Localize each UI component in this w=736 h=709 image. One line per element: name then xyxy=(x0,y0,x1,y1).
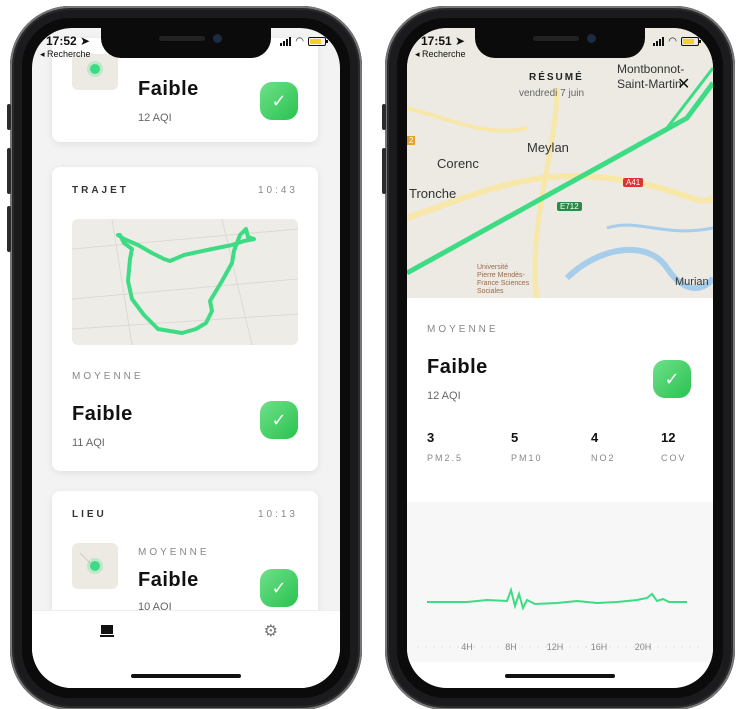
left-screen: 17:52 ➤ ◂ Recherche ◠ Faible 12 AQI ✓ TR… xyxy=(32,28,340,688)
x-tick-label: 20H xyxy=(635,642,652,652)
road-2: 2 xyxy=(407,136,416,145)
status-icons: ◠ xyxy=(280,36,328,47)
x-tick-label: 16H xyxy=(591,642,608,652)
aqi-chart: 4H 8H 12H 16H 20H xyxy=(417,586,703,652)
right-screen: 17:51 ➤ ◂ Recherche ◠ RÉSUMÉ vendredi 7 … xyxy=(407,28,713,688)
place-avg-label: MOYENNE xyxy=(138,547,210,558)
home-indicator xyxy=(131,674,241,678)
trip-level: Faible xyxy=(72,403,133,425)
detail-aqi: 12 AQI xyxy=(427,390,461,402)
trip-route xyxy=(116,227,256,335)
battery-icon xyxy=(681,37,701,46)
gear-icon[interactable]: ⚙ xyxy=(264,621,278,641)
location-dot-icon xyxy=(90,64,100,74)
stage: 17:52 ➤ ◂ Recherche ◠ Faible 12 AQI ✓ TR… xyxy=(0,0,736,709)
road-a41: A41 xyxy=(623,178,644,187)
right-phone: 17:51 ➤ ◂ Recherche ◠ RÉSUMÉ vendredi 7 … xyxy=(382,6,735,709)
trip-avg-label: MOYENNE xyxy=(72,371,144,382)
home-indicator xyxy=(505,674,615,678)
place-tronche: Tronche xyxy=(409,186,457,201)
back-link[interactable]: ◂ Recherche xyxy=(415,49,466,60)
chart-panel: 4H 8H 12H 16H 20H xyxy=(407,502,713,662)
metric-pm25: 3 PM2.5 xyxy=(427,430,464,463)
trip-time: 10:43 xyxy=(257,185,298,196)
back-link[interactable]: ◂ Recherche xyxy=(40,49,91,60)
place-level: Faible xyxy=(138,569,199,591)
trip-title: TRAJET xyxy=(72,185,129,196)
wifi-icon: ◠ xyxy=(668,36,677,47)
tab-bar: ⚙ xyxy=(32,610,340,688)
trip-aqi: 11 AQI xyxy=(72,437,105,449)
battery-icon xyxy=(308,37,328,46)
metric-cov: 12 COV xyxy=(661,430,687,463)
place-thumb xyxy=(72,543,118,589)
wifi-icon: ◠ xyxy=(295,36,304,47)
summary-date: vendredi 7 juin xyxy=(519,88,585,99)
aqi-text: 12 AQI xyxy=(138,112,172,124)
metric-pm10: 5 PM10 xyxy=(511,430,543,463)
summary-label: RÉSUMÉ xyxy=(529,72,584,83)
x-tick-label: 4H xyxy=(461,642,473,652)
place-saint-martin: Saint-Martin xyxy=(617,77,682,91)
detail-avg-label: MOYENNE xyxy=(427,324,499,335)
signal-icon xyxy=(280,37,292,46)
university-label: Université Pierre Mendès- France Science… xyxy=(477,264,530,295)
left-phone: 17:52 ➤ ◂ Recherche ◠ Faible 12 AQI ✓ TR… xyxy=(7,6,362,709)
level-text: Faible xyxy=(138,78,199,100)
road-e712: E712 xyxy=(557,202,582,211)
status-time: 17:51 ➤ xyxy=(421,34,466,48)
detail-panel: MOYENNE Faible 12 AQI ✓ 3 PM2.5 5 PM10 4 xyxy=(407,298,713,502)
detail-level: Faible xyxy=(427,356,488,378)
x-tick-label: 8H xyxy=(505,642,517,652)
place-meylan: Meylan xyxy=(527,140,569,155)
chart-line xyxy=(427,586,687,611)
check-icon: ✓ xyxy=(260,401,298,439)
place-murian: Murian xyxy=(675,276,709,288)
place-montbonnot: Montbonnot- xyxy=(617,62,685,76)
check-icon: ✓ xyxy=(260,569,298,607)
location-dot-icon xyxy=(90,561,100,571)
status-time: 17:52 ➤ xyxy=(46,34,91,48)
check-icon: ✓ xyxy=(260,82,298,120)
place-time: 10:13 xyxy=(257,509,298,520)
check-icon: ✓ xyxy=(653,360,691,398)
laptop-icon[interactable] xyxy=(100,625,114,639)
signal-icon xyxy=(653,37,665,46)
x-tick-label: 12H xyxy=(547,642,564,652)
place-title: LIEU xyxy=(72,509,107,520)
place-corenc: Corenc xyxy=(437,156,479,171)
status-icons: ◠ xyxy=(653,36,701,47)
trip-card[interactable]: TRAJET 10:43 MOYENNE Faible 11 AQI ✓ xyxy=(52,167,318,471)
trip-map xyxy=(72,219,298,345)
metric-no2: 4 NO2 xyxy=(591,430,616,463)
metrics-row: 3 PM2.5 5 PM10 4 NO2 12 COV xyxy=(427,430,697,470)
map[interactable]: RÉSUMÉ vendredi 7 juin Montbonnot- Saint… xyxy=(407,28,713,298)
close-icon[interactable]: ✕ xyxy=(677,74,690,94)
